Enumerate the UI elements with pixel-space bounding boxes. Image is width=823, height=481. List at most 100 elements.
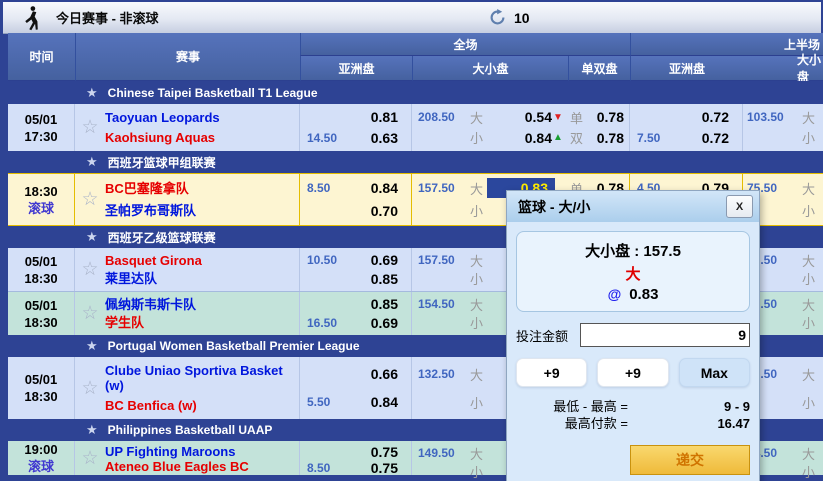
header-ft-over-under: 大小盘	[412, 56, 568, 81]
odds[interactable]: 0.75	[371, 460, 411, 476]
team-names: Clube Uniao Sportiva Basket (w) BC Benfi…	[105, 357, 300, 419]
team-names: 佩纳斯韦斯卡队 学生队	[105, 292, 300, 335]
odds[interactable]: 0.70	[371, 203, 411, 219]
odds[interactable]: 0.54	[487, 109, 552, 125]
under-label: 小	[802, 128, 819, 147]
odds[interactable]: 0.85	[371, 296, 411, 312]
league-header: ★ Chinese Taipei Basketball T1 League	[8, 81, 823, 104]
league-star-icon[interactable]: ★	[86, 422, 98, 438]
away-team[interactable]: 学生队	[105, 315, 299, 330]
trend-up-icon: ▲	[552, 132, 568, 143]
header-event: 赛事	[75, 33, 300, 81]
match-time: 05/01 17:30	[8, 104, 75, 151]
favorite-star-icon[interactable]: ☆	[75, 441, 105, 475]
header-ht-asian-handicap: 亚洲盘	[630, 56, 743, 81]
ft-asian-handicap-cell: 0.81 14.500.63	[300, 104, 412, 151]
bet-selection-box: 大小盘 : 157.5 大 @0.83	[516, 231, 750, 312]
odds[interactable]: 0.81	[371, 109, 411, 125]
odds[interactable]: 0.84	[487, 130, 552, 146]
bet-pick: 大	[517, 263, 749, 284]
odds[interactable]: 0.72	[702, 130, 742, 146]
away-team[interactable]: 圣帕罗布哥斯队	[105, 203, 299, 218]
close-icon[interactable]: X	[726, 195, 753, 218]
odd-label: 单	[568, 108, 587, 127]
bet-slip-body: 大小盘 : 157.5 大 @0.83 投注金额 +9 +9 Max 最低 - …	[507, 222, 759, 481]
refresh-count: 10	[514, 10, 530, 26]
submit-button[interactable]: 递交	[630, 445, 750, 475]
favorite-star-icon[interactable]: ☆	[75, 357, 105, 419]
bet-limits: 最低 - 最高 =9 - 9 最高付款 =16.47	[516, 398, 750, 432]
betting-app: 今日赛事 - 非滚球 10 时间 赛事 全场 上半场 亚洲盘 大小盘 单双盘 亚…	[0, 0, 823, 481]
minmax-value: 9 - 9	[628, 398, 750, 415]
league-star-icon[interactable]: ★	[86, 85, 98, 101]
minmax-label: 最低 - 最高 =	[516, 398, 628, 415]
favorite-star-icon[interactable]: ☆	[75, 174, 105, 225]
home-team[interactable]: UP Fighting Maroons	[105, 444, 299, 459]
bet-slip-title-bar: 篮球 - 大/小 X	[507, 191, 759, 222]
home-team[interactable]: 佩纳斯韦斯卡队	[105, 297, 299, 312]
header-ft-asian-handicap: 亚洲盘	[300, 56, 412, 81]
home-team[interactable]: Clube Uniao Sportiva Basket (w)	[105, 363, 299, 393]
ht-asian-handicap-cell: 0.72 7.500.72	[630, 104, 743, 151]
ft-asian-handicap-cell: 0.85 16.500.69	[300, 292, 412, 335]
header-half-time: 上半场	[630, 33, 823, 56]
odds[interactable]: 0.75	[371, 444, 411, 460]
trend-down-icon: ▼	[552, 112, 568, 123]
match-time: 19:00 滚球	[8, 441, 75, 475]
payout-value: 16.47	[628, 415, 750, 432]
ht-over-under-cell: 103.50 大 小	[743, 104, 823, 151]
add-amount-button[interactable]: +9	[597, 358, 668, 387]
home-team[interactable]: BC巴塞隆拿队	[105, 181, 299, 196]
ft-odd-even-cell: 单0.78 双0.78	[568, 104, 630, 151]
total-line: 103.50	[743, 110, 796, 124]
odds[interactable]: 0.84	[371, 394, 411, 410]
league-name: Portugal Women Basketball Premier League	[108, 339, 360, 353]
odds[interactable]: 0.63	[371, 130, 411, 146]
bet-amount-row: 投注金额	[516, 323, 750, 347]
league-name: 西班牙乙级篮球联赛	[108, 229, 216, 246]
over-label: 大	[470, 179, 487, 198]
ft-asian-handicap-cell: 0.75 8.500.75	[300, 441, 412, 475]
header-ft-odd-even: 单双盘	[568, 56, 630, 81]
away-team[interactable]: Kaohsiung Aquas	[105, 130, 299, 145]
under-label: 小	[470, 128, 487, 147]
bet-line: 大小盘 : 157.5	[517, 240, 749, 261]
team-names: BC巴塞隆拿队 圣帕罗布哥斯队	[105, 174, 300, 225]
odds[interactable]: 0.66	[371, 366, 411, 382]
league-star-icon[interactable]: ★	[86, 229, 98, 245]
odds[interactable]: 0.69	[371, 252, 411, 268]
add-amount-button[interactable]: +9	[516, 358, 587, 387]
league-star-icon[interactable]: ★	[86, 154, 98, 170]
odds[interactable]: 0.85	[371, 271, 411, 287]
home-team[interactable]: Basquet Girona	[105, 253, 299, 268]
refresh-area: 10	[489, 2, 530, 33]
home-team[interactable]: Taoyuan Leopards	[105, 110, 299, 125]
max-amount-button[interactable]: Max	[679, 358, 750, 387]
match-row: 05/01 17:30 ☆ Taoyuan Leopards Kaohsiung…	[8, 104, 823, 151]
ft-over-under-cell: 208.50大0.54▼ 小0.84▲	[412, 104, 568, 151]
odds[interactable]: 0.84	[371, 180, 411, 196]
basketball-player-icon	[23, 5, 41, 31]
odds[interactable]: 0.78	[587, 130, 629, 146]
even-label: 双	[568, 128, 587, 147]
favorite-star-icon[interactable]: ☆	[75, 104, 105, 151]
over-label: 大	[802, 108, 819, 127]
league-star-icon[interactable]: ★	[86, 338, 98, 354]
refresh-icon[interactable]	[489, 9, 506, 26]
ft-asian-handicap-cell: 10.500.69 0.85	[300, 248, 412, 291]
amount-input[interactable]	[580, 323, 750, 347]
header-time: 时间	[8, 33, 75, 81]
odds[interactable]: 0.78	[587, 109, 629, 125]
match-time: 05/01 18:30	[8, 292, 75, 335]
favorite-star-icon[interactable]: ☆	[75, 292, 105, 335]
header-full-time: 全场	[300, 33, 630, 56]
over-label: 大	[470, 108, 487, 127]
total-line: 208.50	[412, 110, 470, 124]
away-team[interactable]: Ateneo Blue Eagles BC	[105, 459, 299, 474]
away-team[interactable]: BC Benfica (w)	[105, 398, 299, 413]
away-team[interactable]: 莱里达队	[105, 271, 299, 286]
league-name: Philippines Basketball UAAP	[108, 423, 273, 437]
odds[interactable]: 0.72	[702, 109, 742, 125]
favorite-star-icon[interactable]: ☆	[75, 248, 105, 291]
odds[interactable]: 0.69	[371, 315, 411, 331]
